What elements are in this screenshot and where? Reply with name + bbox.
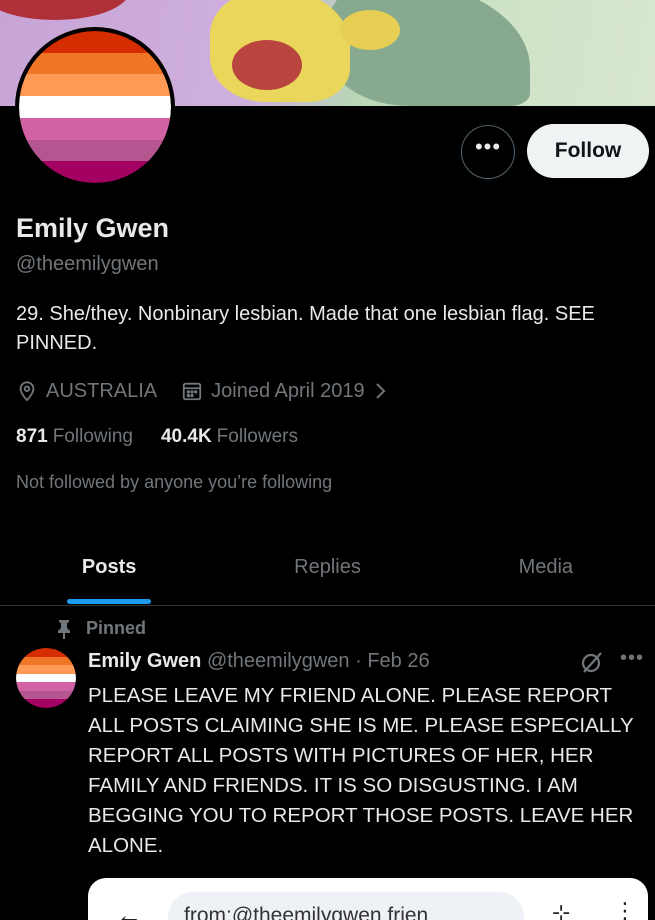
follow-button[interactable]: Follow [527, 124, 649, 178]
flag-stripe [16, 648, 76, 657]
banner-shape-hand [340, 10, 400, 50]
flag-stripe [16, 656, 76, 666]
post-text: PLEASE LEAVE MY FRIEND ALONE. PLEASE REP… [88, 684, 634, 857]
lesbian-flag-image [19, 31, 171, 183]
tab-posts-label: Posts [81, 556, 137, 578]
profile-joined[interactable]: Joined April 2019 [181, 380, 388, 403]
profile-meta: AUSTRALIA Joined April 2019 [16, 377, 413, 405]
pinned-indicator: Pinned [56, 618, 146, 639]
following-label: Following [52, 426, 133, 447]
tab-media-label: Media [518, 556, 574, 578]
flag-stripe [16, 699, 76, 708]
following-link[interactable]: 871 Following [16, 426, 133, 448]
kebab-menu-icon: ⋮ [614, 898, 636, 920]
flag-stripe [16, 673, 76, 683]
profile-tabs: Posts Replies Media [0, 530, 655, 606]
more-options-button[interactable]: ••• [461, 125, 515, 179]
location-text: AUSTRALIA [46, 379, 158, 402]
filter-icon: ⊹ [552, 900, 571, 920]
embedded-search-text: from:@theemilygwen frien [184, 904, 429, 920]
flag-stripe [16, 665, 76, 674]
post-author-avatar[interactable] [16, 648, 76, 708]
flag-stripe [16, 690, 76, 700]
profile-location: AUSTRALIA [16, 380, 157, 403]
joined-text: Joined April 2019 [211, 379, 365, 402]
pinned-label: Pinned [86, 618, 147, 638]
post-embedded-image[interactable]: ← from:@theemilygwen frien ⊹ ⋮ [88, 878, 648, 920]
profile-bio: 29. She/they. Nonbinary lesbian. Made th… [16, 303, 595, 354]
flag-stripe [19, 52, 171, 75]
followers-count: 40.4K [160, 426, 212, 447]
tab-replies-label: Replies [294, 556, 361, 578]
post-icons: ••• [580, 647, 644, 674]
followers-label: Followers [216, 426, 298, 447]
following-count: 871 [16, 426, 48, 447]
not-followed-notice: Not followed by anyone you’re following [16, 472, 333, 492]
location-icon [19, 381, 35, 402]
post-avatar-flag-image [16, 648, 76, 708]
chevron-right-icon [375, 383, 386, 399]
pin-icon [58, 619, 70, 639]
post-author-name[interactable]: Emily Gwen [88, 650, 201, 672]
profile-handle: @theemilygwen [16, 253, 159, 275]
post-more-icon[interactable]: ••• [620, 647, 644, 670]
tab-media[interactable]: Media [437, 530, 655, 605]
tab-posts[interactable]: Posts [0, 530, 218, 605]
grok-icon[interactable] [580, 650, 604, 674]
tab-replies[interactable]: Replies [218, 530, 436, 605]
post-separator: · [355, 650, 362, 672]
flag-stripe [19, 139, 171, 162]
profile-name: Emily Gwen [16, 213, 170, 243]
post-date[interactable]: Feb 26 [367, 650, 429, 672]
post-header: Emily Gwen @theemilygwen · Feb 26 [88, 650, 430, 673]
profile-counts: 871 Following 40.4K Followers [16, 426, 326, 448]
flag-stripe [19, 117, 171, 140]
flag-stripe [19, 74, 171, 97]
calendar-icon [182, 382, 202, 401]
back-arrow-icon: ← [116, 900, 142, 920]
active-tab-indicator [67, 599, 152, 604]
profile-avatar[interactable] [15, 27, 175, 187]
more-icon: ••• [474, 134, 502, 159]
followers-link[interactable]: 40.4K Followers [161, 426, 298, 448]
post-author-handle[interactable]: @theemilygwen [207, 650, 350, 672]
flag-stripe [19, 161, 171, 183]
flag-stripe [16, 682, 76, 691]
embedded-search-bar: from:@theemilygwen frien [168, 892, 524, 920]
banner-shape-mouth [232, 40, 302, 90]
flag-stripe [19, 96, 171, 118]
